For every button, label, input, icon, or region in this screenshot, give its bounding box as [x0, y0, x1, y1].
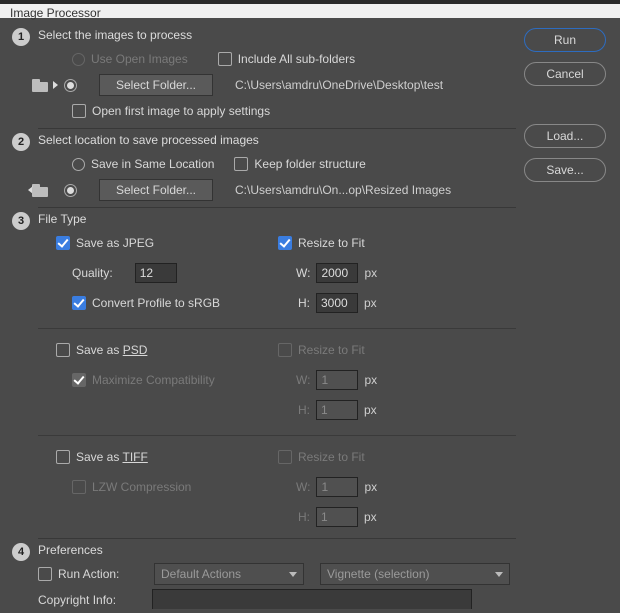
include-subfolders-label: Include All sub-folders [238, 52, 355, 66]
source-folder-path: C:\Users\amdru\OneDrive\Desktop\test [235, 78, 443, 92]
psd-resize-label: Resize to Fit [298, 343, 365, 357]
divider-1 [38, 128, 516, 129]
folder-out-icon [32, 182, 54, 198]
psd-h-input [316, 400, 358, 420]
save-as-tiff-check[interactable] [56, 450, 70, 464]
section-4-title: Preferences [38, 543, 516, 557]
tiff-w-label: W: [296, 480, 310, 494]
run-action-label: Run Action: [58, 567, 148, 581]
psd-h-unit: px [364, 403, 377, 417]
jpeg-quality-label: Quality: [72, 266, 113, 280]
convert-srgb-check[interactable] [72, 296, 86, 310]
tiff-h-label: H: [298, 510, 310, 524]
jpeg-w-label: W: [296, 266, 310, 280]
jpeg-quality-input[interactable] [135, 263, 177, 283]
action-set-value: Default Actions [161, 567, 241, 581]
titlebar: Image Processor [0, 0, 620, 18]
dest-folder-path: C:\Users\amdru\On...op\Resized Images [235, 183, 451, 197]
tiff-h-input [316, 507, 358, 527]
tiff-resize-label: Resize to Fit [298, 450, 365, 464]
divider-2 [38, 207, 516, 208]
divider-psd-tiff [38, 435, 516, 436]
tiff-w-unit: px [364, 480, 377, 494]
save-as-jpeg-label: Save as JPEG [76, 236, 154, 250]
select-folder-radio[interactable] [64, 79, 77, 92]
step-1-badge: 1 [12, 28, 30, 46]
cancel-button[interactable]: Cancel [524, 62, 606, 86]
jpeg-h-label: H: [298, 296, 310, 310]
save-as-psd-check[interactable] [56, 343, 70, 357]
save-same-location-radio[interactable] [72, 158, 85, 171]
copyright-label: Copyright Info: [38, 593, 146, 607]
copyright-input[interactable] [152, 589, 472, 609]
chevron-down-icon [495, 572, 503, 577]
tiff-w-input [316, 477, 358, 497]
save-as-psd-label: Save as PSD [76, 343, 147, 357]
jpeg-h-input[interactable] [316, 293, 358, 313]
tiff-h-unit: px [364, 510, 377, 524]
save-button[interactable]: Save... [524, 158, 606, 182]
convert-srgb-label: Convert Profile to sRGB [92, 296, 220, 310]
maximize-compat-check [72, 373, 86, 387]
section-file-type: 3 File Type Save as JPEG Quality: [12, 212, 516, 532]
psd-h-label: H: [298, 403, 310, 417]
run-action-check[interactable] [38, 567, 52, 581]
load-button[interactable]: Load... [524, 124, 606, 148]
jpeg-resize-label: Resize to Fit [298, 236, 365, 250]
maximize-compat-label: Maximize Compatibility [92, 373, 215, 387]
lzw-compression-check [72, 480, 86, 494]
section-2-title: Select location to save processed images [38, 133, 516, 147]
divider-jpeg-psd [38, 328, 516, 329]
section-save-location: 2 Select location to save processed imag… [12, 133, 516, 201]
select-source-folder-button[interactable]: Select Folder... [99, 74, 213, 96]
open-first-image-label: Open first image to apply settings [92, 104, 270, 118]
divider-3 [38, 538, 516, 539]
run-button[interactable]: Run [524, 28, 606, 52]
jpeg-w-unit: px [364, 266, 377, 280]
keep-folder-structure-check[interactable] [234, 157, 248, 171]
lzw-compression-label: LZW Compression [92, 480, 191, 494]
jpeg-resize-check[interactable] [278, 236, 292, 250]
chevron-down-icon [289, 572, 297, 577]
psd-resize-check [278, 343, 292, 357]
save-as-tiff-label: Save as TIFF [76, 450, 148, 464]
jpeg-w-input[interactable] [316, 263, 358, 283]
action-set-select[interactable]: Default Actions [154, 563, 304, 585]
section-1-title: Select the images to process [38, 28, 516, 42]
section-3-title: File Type [38, 212, 516, 226]
action-name-select[interactable]: Vignette (selection) [320, 563, 510, 585]
use-open-images-radio [72, 53, 85, 66]
section-select-images: 1 Select the images to process Use Open … [12, 28, 516, 122]
step-3-badge: 3 [12, 212, 30, 230]
tiff-resize-check [278, 450, 292, 464]
keep-folder-structure-label: Keep folder structure [254, 157, 365, 171]
save-same-location-label: Save in Same Location [91, 157, 214, 171]
save-select-folder-radio[interactable] [64, 184, 77, 197]
use-open-images-label: Use Open Images [91, 52, 188, 66]
select-dest-folder-button[interactable]: Select Folder... [99, 179, 213, 201]
psd-w-input [316, 370, 358, 390]
open-first-image-check[interactable] [72, 104, 86, 118]
psd-w-label: W: [296, 373, 310, 387]
include-subfolders-check[interactable] [218, 52, 232, 66]
image-processor-dialog: Image Processor 1 Select the images to p… [0, 0, 620, 613]
psd-w-unit: px [364, 373, 377, 387]
jpeg-h-unit: px [364, 296, 377, 310]
section-preferences: 4 Preferences Run Action: Default Action… [12, 543, 516, 609]
save-as-jpeg-check[interactable] [56, 236, 70, 250]
sidebar-buttons: Run Cancel Load... Save... [524, 18, 620, 609]
action-name-value: Vignette (selection) [327, 567, 430, 581]
step-4-badge: 4 [12, 543, 30, 561]
step-2-badge: 2 [12, 133, 30, 151]
folder-in-icon [32, 77, 54, 93]
